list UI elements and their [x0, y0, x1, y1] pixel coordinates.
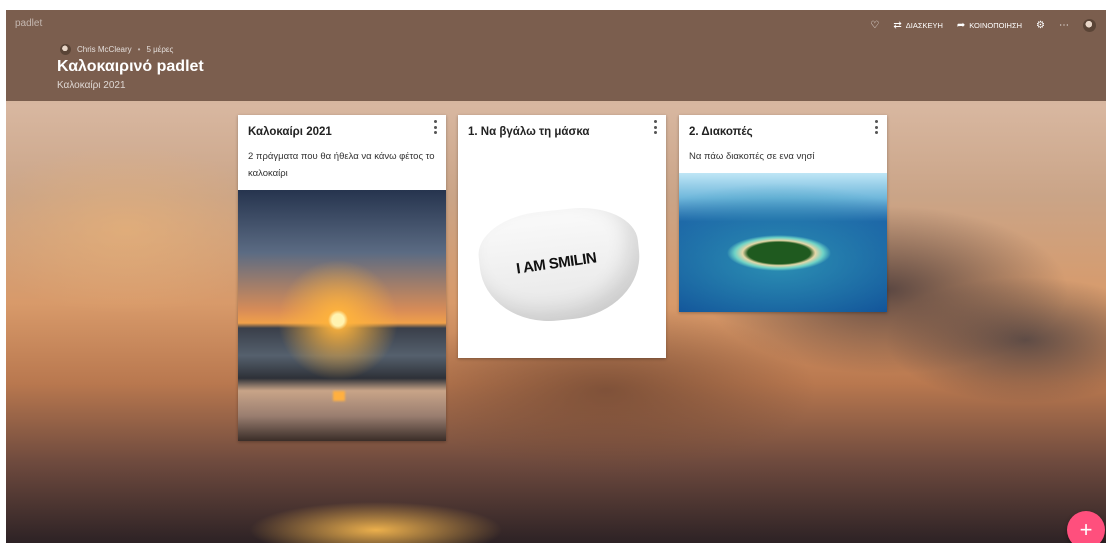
share-button[interactable]: ➦ ΚΟΙΝΟΠΟΙΗΣΗ: [956, 19, 1023, 31]
post-menu-icon[interactable]: [652, 120, 658, 134]
more-icon: ⋯: [1059, 19, 1069, 31]
post-menu-icon[interactable]: [873, 120, 879, 134]
post-description: 2 πράγματα που θα ήθελα να κάνω φέτος το…: [248, 151, 435, 179]
board-subtitle: Καλοκαίρι 2021: [57, 80, 126, 91]
gear-icon: ⚙: [1036, 19, 1045, 31]
separator: •: [137, 45, 141, 54]
sunset-beach-image[interactable]: [238, 190, 446, 441]
author-line: Chris McCleary • 5 μέρες: [60, 44, 173, 55]
post-card[interactable]: 1. Να βγάλω τη μάσκα I AM SMILIN: [458, 115, 666, 358]
post-time: 5 μέρες: [146, 45, 174, 54]
post-title: Καλοκαίρι 2021: [248, 126, 332, 138]
face-mask-image[interactable]: I AM SMILIN: [458, 155, 666, 358]
more-button[interactable]: ⋯: [1059, 19, 1069, 31]
author-name[interactable]: Chris McCleary: [77, 45, 132, 54]
board-header: padlet Chris McCleary • 5 μέρες Καλοκαιρ…: [6, 10, 1106, 101]
like-button[interactable]: ♡: [870, 19, 880, 31]
author-avatar[interactable]: [60, 44, 71, 55]
remake-label: ΔΙΑΣΚΕΥΗ: [905, 21, 943, 30]
heart-icon: ♡: [870, 19, 880, 31]
settings-button[interactable]: ⚙: [1036, 19, 1045, 31]
post-title: 1. Να βγάλω τη μάσκα: [468, 126, 590, 138]
island-image[interactable]: [679, 173, 887, 312]
post-description: Να πάω διακοπές σε ενα νησί: [689, 151, 815, 162]
share-label: ΚΟΙΝΟΠΟΙΗΣΗ: [969, 21, 1023, 30]
post-card[interactable]: 2. Διακοπές Να πάω διακοπές σε ενα νησί: [679, 115, 887, 312]
share-icon: ➦: [956, 19, 966, 31]
padlet-logo[interactable]: padlet: [15, 18, 42, 29]
sun-reflection: [333, 391, 345, 401]
header-actions: ♡ ⇄ ΔΙΑΣΚΕΥΗ ➦ ΚΟΙΝΟΠΟΙΗΣΗ ⚙ ⋯: [870, 19, 1096, 32]
remake-icon: ⇄: [893, 19, 902, 31]
user-avatar[interactable]: [1083, 19, 1096, 32]
add-post-button[interactable]: +: [1067, 511, 1105, 543]
post-card[interactable]: Καλοκαίρι 2021 2 πράγματα που θα ήθελα ν…: [238, 115, 446, 441]
board-title: Καλοκαιρινό padlet: [57, 58, 204, 75]
remake-button[interactable]: ⇄ ΔΙΑΣΚΕΥΗ: [893, 19, 943, 31]
post-menu-icon[interactable]: [432, 120, 438, 134]
post-title: 2. Διακοπές: [689, 126, 753, 138]
padlet-board: padlet Chris McCleary • 5 μέρες Καλοκαιρ…: [6, 10, 1106, 543]
